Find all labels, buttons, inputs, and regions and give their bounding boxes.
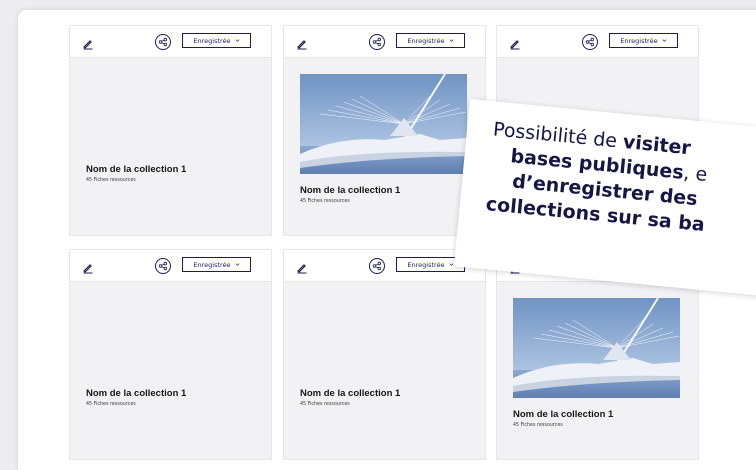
card-header: Enregistrée — [284, 26, 485, 58]
chevron-down-icon — [662, 39, 666, 42]
collection-title[interactable]: Nom de la collection 1 — [300, 388, 400, 399]
collection-card[interactable]: Enregistrée Nom de la collection 1 45 Fi… — [69, 249, 272, 460]
saved-dropdown-button[interactable]: Enregistrée — [182, 33, 251, 48]
chevron-down-icon — [235, 263, 239, 266]
collection-title[interactable]: Nom de la collection 1 — [300, 185, 400, 196]
saved-label: Enregistrée — [407, 36, 445, 45]
collection-image — [513, 298, 680, 398]
callout-text: Possibilité de visiter bases publiques, … — [459, 115, 756, 246]
share-icon[interactable] — [155, 34, 171, 50]
card-body: Nom de la collection 1 45 Fiches ressour… — [70, 282, 271, 459]
chevron-down-icon — [449, 39, 453, 42]
share-icon[interactable] — [155, 258, 171, 274]
collection-title[interactable]: Nom de la collection 1 — [86, 388, 186, 399]
collection-resource-count: 45 Fiches ressources — [86, 178, 136, 183]
collection-resource-count: 45 Fiches ressources — [300, 402, 350, 407]
saved-label: Enregistrée — [620, 36, 658, 45]
saved-label: Enregistrée — [193, 260, 231, 269]
collection-resource-count: 45 Fiches ressources — [86, 402, 136, 407]
share-icon[interactable] — [369, 258, 385, 274]
collection-card[interactable]: Enregistrée — [283, 25, 486, 236]
pencil-icon[interactable] — [296, 259, 308, 274]
card-body: Nom de la collection 1 45 Fiches ressour… — [284, 58, 485, 235]
callout-line-2b: , e — [682, 161, 709, 187]
collection-card[interactable]: Enregistrée Nom de la collection 1 45 Fi… — [69, 25, 272, 236]
saved-dropdown-button[interactable]: Enregistrée — [182, 257, 251, 272]
share-icon[interactable] — [369, 34, 385, 50]
page: Enregistrée Nom de la collection 1 45 Fi… — [0, 0, 756, 470]
card-header: Enregistrée — [497, 26, 698, 58]
promo-callout: Possibilité de visiter bases publiques, … — [453, 99, 756, 298]
saved-label: Enregistrée — [193, 36, 231, 45]
card-body: Nom de la collection 1 45 Fiches ressour… — [284, 282, 485, 459]
chevron-down-icon — [235, 39, 239, 42]
card-header: Enregistrée — [70, 250, 271, 282]
collection-title[interactable]: Nom de la collection 1 — [513, 409, 613, 420]
pencil-icon[interactable] — [509, 35, 521, 50]
collection-card[interactable]: Enregistrée Nom de la collection 1 45 Fi… — [283, 249, 486, 460]
collection-title[interactable]: Nom de la collection 1 — [86, 164, 186, 175]
card-body: Nom de la collection 1 45 Fiches ressour… — [70, 58, 271, 235]
saved-dropdown-button[interactable]: Enregistrée — [609, 33, 678, 48]
pencil-icon[interactable] — [82, 259, 94, 274]
pencil-icon[interactable] — [82, 35, 94, 50]
saved-dropdown-button[interactable]: Enregistrée — [396, 33, 465, 48]
collection-resource-count: 45 Fiches ressources — [300, 199, 350, 204]
saved-label: Enregistrée — [407, 260, 445, 269]
chevron-down-icon — [449, 263, 453, 266]
card-body: Nom de la collection 1 45 Fiches ressour… — [497, 282, 698, 459]
card-header: Enregistrée — [70, 26, 271, 58]
collection-resource-count: 45 Fiches ressources — [513, 423, 563, 428]
collection-image — [300, 74, 467, 174]
share-icon[interactable] — [582, 34, 598, 50]
pencil-icon[interactable] — [296, 35, 308, 50]
